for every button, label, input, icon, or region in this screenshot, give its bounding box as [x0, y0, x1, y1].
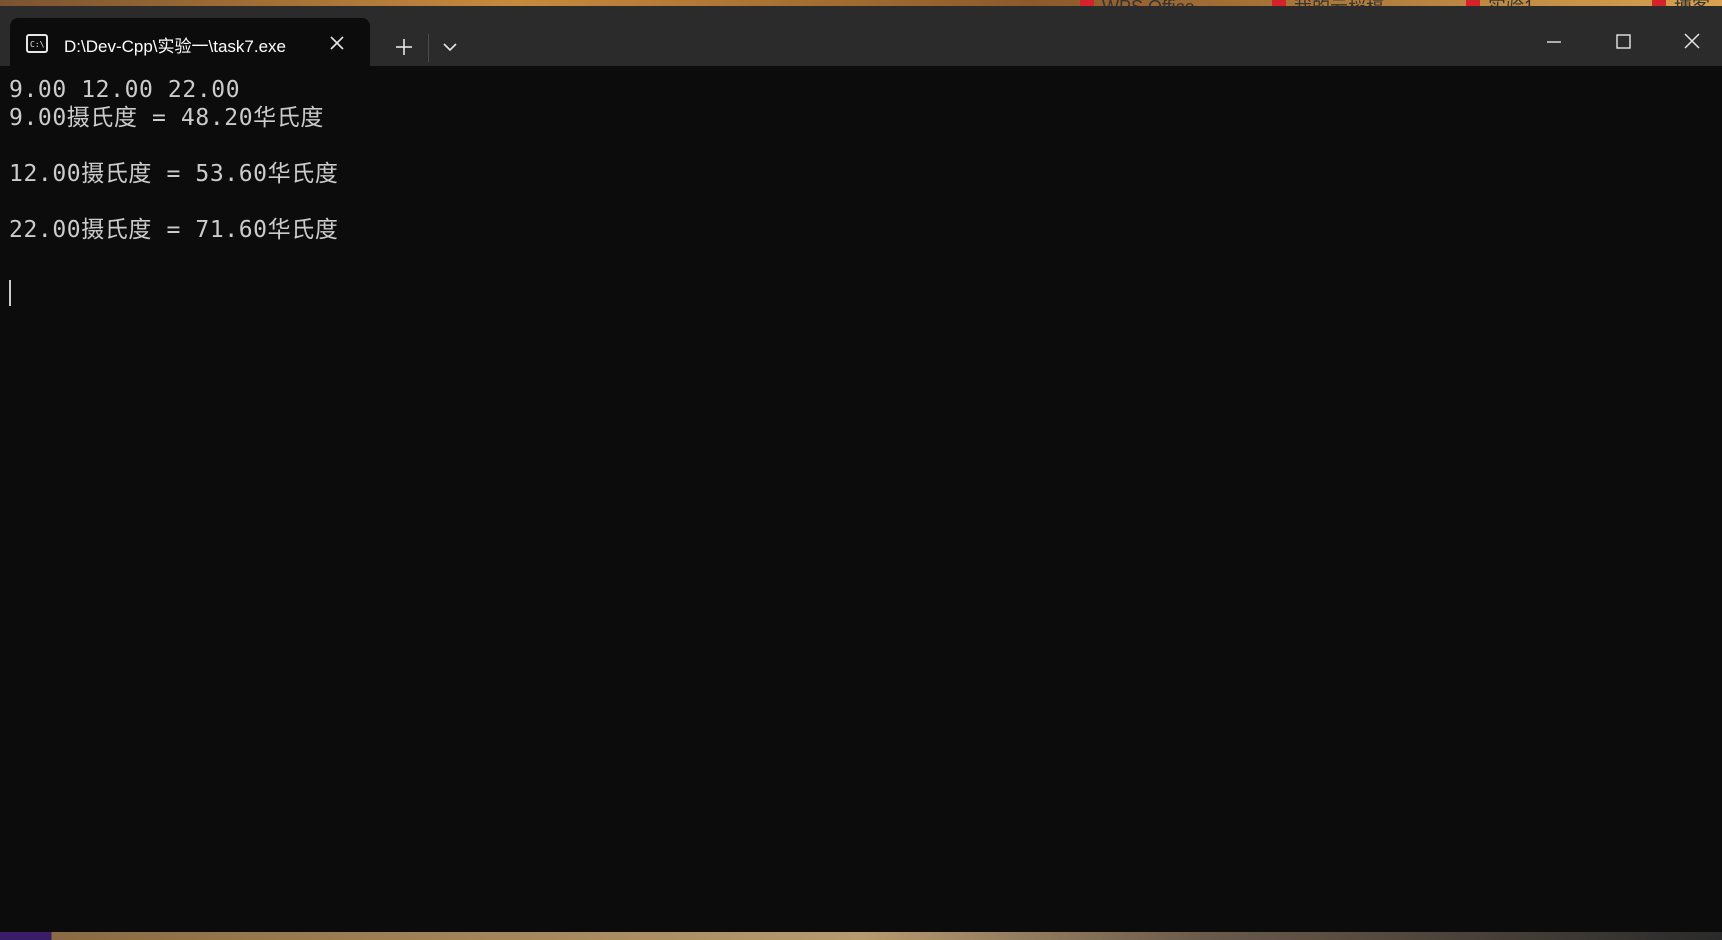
maximize-button[interactable] — [1598, 24, 1648, 60]
console-icon: C:\ — [26, 34, 48, 53]
terminal-window: C:\ D:\Dev-Cpp\实验一\task7.exe 9.00 12.00 … — [0, 6, 1722, 934]
maximize-icon — [1616, 34, 1631, 49]
console-line: 9.00摄氏度 = 48.20华氏度 — [9, 105, 324, 131]
close-tab-icon[interactable] — [328, 34, 346, 52]
chevron-down-icon — [443, 43, 457, 52]
plus-icon — [396, 39, 412, 55]
tab-dropdown-button[interactable] — [435, 32, 465, 62]
console-line: 12.00摄氏度 = 53.60华氏度 — [9, 161, 339, 187]
console-line: 9.00 12.00 22.00 — [9, 77, 241, 103]
tab-active[interactable]: C:\ D:\Dev-Cpp\实验一\task7.exe — [10, 18, 370, 72]
text-cursor — [9, 280, 11, 306]
scrollbar-track[interactable] — [1712, 66, 1722, 934]
new-tab-button[interactable] — [389, 32, 419, 62]
console-output[interactable]: 9.00 12.00 22.00 9.00摄氏度 = 48.20华氏度 12.0… — [9, 76, 338, 244]
minimize-button[interactable] — [1529, 24, 1579, 60]
close-icon — [1684, 33, 1700, 49]
titlebar-divider — [428, 34, 429, 62]
close-window-button[interactable] — [1667, 24, 1717, 60]
svg-text:C:\: C:\ — [30, 40, 45, 49]
desktop-background-bottom — [0, 932, 1722, 940]
minimize-icon — [1547, 41, 1561, 43]
titlebar: C:\ D:\Dev-Cpp\实验一\task7.exe — [0, 6, 1722, 72]
tab-title: D:\Dev-Cpp\实验一\task7.exe — [64, 37, 287, 56]
console-line: 22.00摄氏度 = 71.60华氏度 — [9, 217, 339, 243]
